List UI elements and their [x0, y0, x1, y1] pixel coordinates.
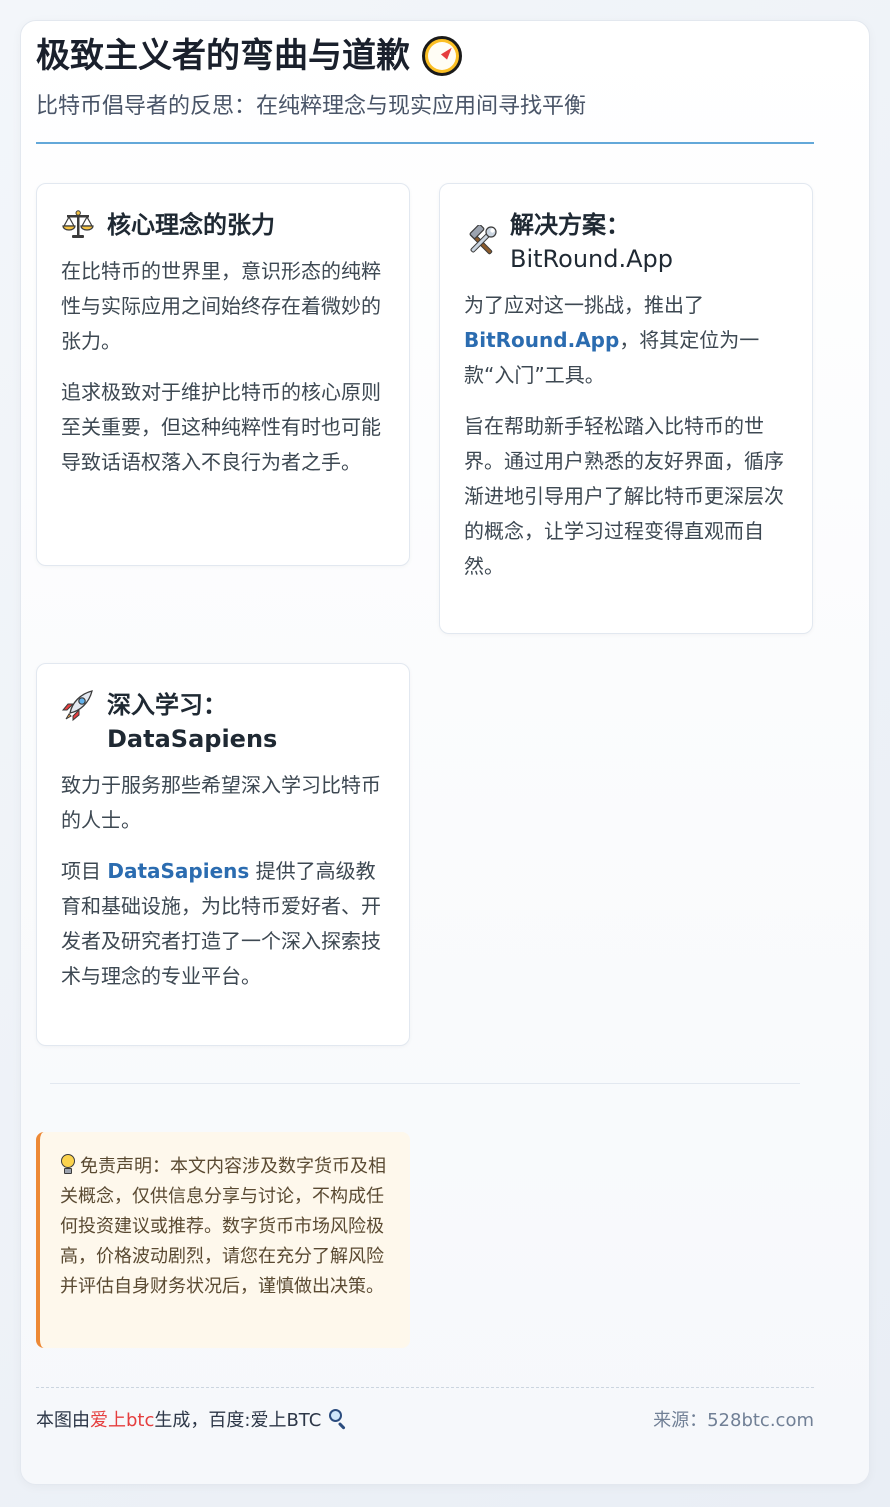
rocket-icon	[61, 690, 93, 722]
footer-credit: 本图由爱上btc生成，百度:爱上BTC	[36, 1408, 349, 1434]
footer-brand: 爱上btc	[90, 1410, 155, 1431]
balance-scale-icon	[62, 210, 94, 238]
footer-source: 来源：528btc.com	[653, 1410, 814, 1431]
card-paragraph: 旨在帮助新手轻松踏入比特币的世界。通过用户熟悉的友好界面，循序渐进地引导用户了解…	[464, 414, 784, 578]
card-title-line-1: 解决方案：	[510, 211, 630, 239]
card-title-text: 深入学习：DataSapiens	[107, 691, 278, 753]
disclaimer-box: 免责声明：本文内容涉及数字货币及相关概念，仅供信息分享与讨论，不构成任何投资建议…	[36, 1132, 410, 1348]
card-title: 解决方案： BitRound.App	[464, 208, 788, 276]
card-paragraph: 项目 DataSapiens 提供了高级教育和基础设施，为比特币爱好者、开发者及…	[61, 854, 385, 994]
card-paragraph: 在比特币的世界里，意识形态的纯粹性与实际应用之间始终存在着微妙的张力。	[61, 259, 381, 353]
footer-middle: 生成，百度:爱上BTC	[154, 1410, 322, 1431]
page-subtitle: 比特币倡导者的反思：在纯粹理念与现实应用间寻找平衡	[36, 94, 587, 119]
card-title-text: 解决方案： BitRound.App	[510, 208, 673, 276]
footer-prefix: 本图由	[36, 1410, 90, 1431]
footer: 本图由爱上btc生成，百度:爱上BTC 来源：528btc.com	[36, 1408, 814, 1434]
card-title: 深入学习：DataSapiens	[61, 688, 385, 756]
paragraph-text: 为了应对这一挑战，推出了	[464, 293, 704, 317]
disclaimer-text: 免责声明：本文内容涉及数字货币及相关概念，仅供信息分享与讨论，不构成任何投资建议…	[60, 1156, 386, 1297]
card-solution-bitround: 解决方案： BitRound.App 为了应对这一挑战，推出了 BitRound.…	[439, 183, 813, 634]
hammer-and-wrench-icon	[469, 225, 497, 255]
page-header: 极致主义者的弯曲与道歉 比特币倡导者的反思：在纯粹理念与现实应用间寻找平衡	[36, 34, 814, 122]
card-paragraph: 为了应对这一挑战，推出了BitRound.App，将其定位为一款“入门”工具。	[464, 288, 788, 393]
card-core-tension: 核心理念的张力 在比特币的世界里，意识形态的纯粹性与实际应用之间始终存在着微妙的…	[36, 183, 410, 566]
card-title-text: 核心理念的张力	[107, 211, 275, 239]
magnifying-glass-icon	[327, 1408, 349, 1430]
section-divider	[50, 1083, 800, 1084]
footer-divider	[36, 1387, 814, 1388]
bitround-link[interactable]: BitRound.App	[464, 328, 619, 352]
paragraph-text: 项目	[61, 859, 108, 883]
header-divider	[36, 142, 814, 144]
card-paragraph: 致力于服务那些希望深入学习比特币的人士。	[61, 773, 381, 832]
card-title-line-2: BitRound.App	[510, 245, 673, 273]
light-bulb-icon	[60, 1154, 76, 1176]
page-title: 极致主义者的弯曲与道歉	[36, 34, 814, 78]
card-deep-learning-datasapiens: 深入学习：DataSapiens 致力于服务那些希望深入学习比特币的人士。 项目…	[36, 663, 410, 1046]
page-title-text: 极致主义者的弯曲与道歉	[36, 36, 410, 76]
compass-icon	[422, 36, 462, 76]
datasapiens-link[interactable]: DataSapiens	[107, 859, 249, 883]
card-paragraph: 追求极致对于维护比特币的核心原则至关重要，但这种纯粹性有时也可能导致话语权落入不…	[61, 380, 381, 474]
card-title: 核心理念的张力	[61, 208, 385, 242]
